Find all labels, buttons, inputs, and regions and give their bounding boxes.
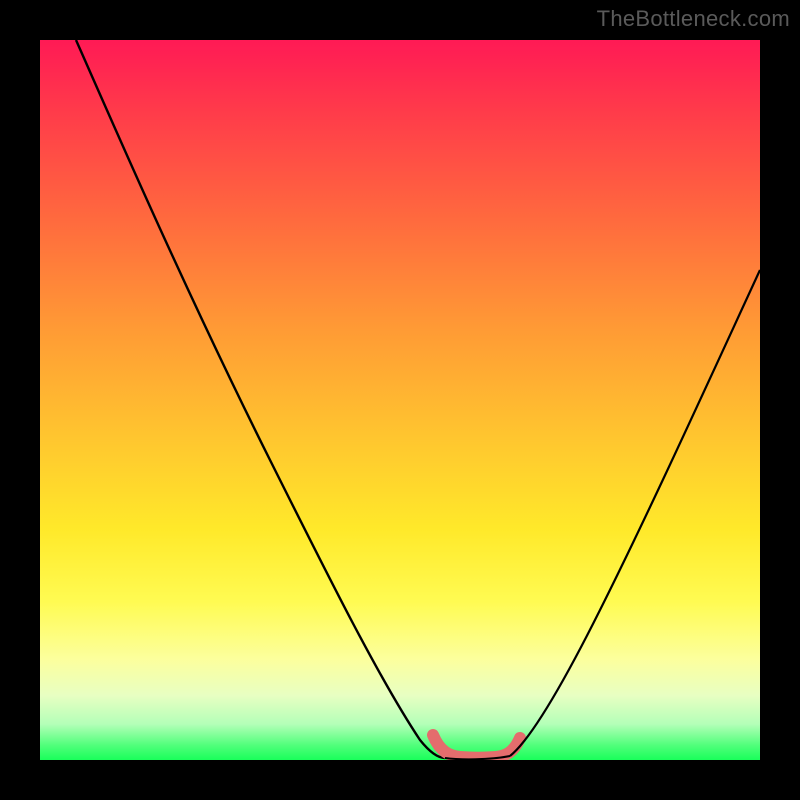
watermark-text: TheBottleneck.com [597, 6, 790, 32]
chart-frame: TheBottleneck.com [0, 0, 800, 800]
curve-right [510, 270, 760, 756]
curve-svg [40, 40, 760, 760]
plot-area [40, 40, 760, 760]
curve-left [76, 40, 445, 758]
curve-bottom-highlight [433, 735, 520, 758]
